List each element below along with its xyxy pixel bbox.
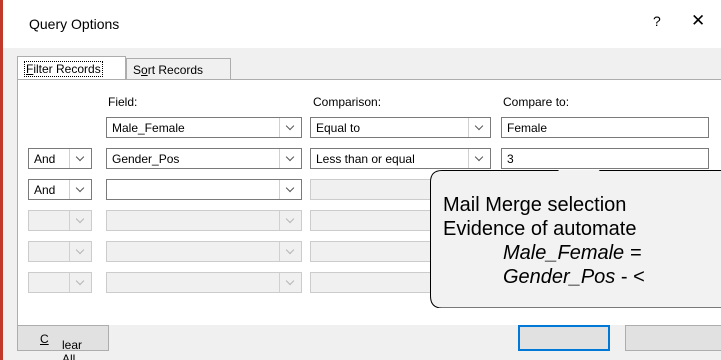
help-button[interactable]: ? [653, 13, 661, 29]
comparison-value-2: Less than or equal [316, 152, 415, 166]
chevron-down-icon [69, 242, 91, 261]
conjunction-select-5 [28, 241, 92, 262]
field-select-5 [106, 241, 302, 262]
field-select-2[interactable]: Gender_Pos [106, 148, 302, 169]
compare-to-input-2[interactable]: 3 [501, 148, 709, 169]
conjunction-select-6 [28, 272, 92, 293]
callout-line-3: Male_Female = [503, 242, 642, 264]
field-value-2: Gender_Pos [112, 152, 180, 166]
comparison-select-1[interactable]: Equal to [310, 117, 491, 138]
compare-to-value-1: Female [507, 121, 548, 135]
clear-all-button[interactable]: Clear All [17, 325, 109, 360]
chevron-down-icon[interactable] [279, 149, 301, 168]
conjunction-select-3[interactable]: And [28, 179, 92, 200]
chevron-down-icon[interactable] [69, 149, 91, 168]
chevron-down-icon [279, 211, 301, 230]
field-select-3[interactable] [106, 179, 302, 200]
dialog-title: Query Options [29, 16, 120, 32]
ok-button[interactable] [518, 325, 610, 351]
compare-to-value-2: 3 [507, 152, 514, 166]
compare-to-input-1[interactable]: Female [501, 117, 709, 138]
chevron-down-icon[interactable] [468, 149, 490, 168]
tab-sort-records[interactable]: Sort Records [126, 58, 231, 79]
callout-line-4: Gender_Pos - < [503, 266, 645, 288]
conjunction-select-4 [28, 210, 92, 231]
field-header: Field: [108, 95, 138, 109]
callout-text: Mail Merge selection Evidence of automat… [443, 193, 645, 289]
field-select-1[interactable]: Male_Female [106, 117, 302, 138]
conjunction-value-3: And [34, 183, 56, 197]
field-select-4 [106, 210, 302, 231]
window-edge [0, 0, 3, 360]
chevron-down-icon [69, 211, 91, 230]
field-select-6 [106, 272, 302, 293]
conjunction-select-2[interactable]: And [28, 148, 92, 169]
chevron-down-icon[interactable] [279, 118, 301, 137]
chevron-down-icon[interactable] [468, 118, 490, 137]
field-value-1: Male_Female [112, 121, 185, 135]
comparison-header: Comparison: [313, 95, 382, 109]
chevron-down-icon [279, 273, 301, 292]
chevron-down-icon [69, 273, 91, 292]
tab-filter-records-label: Filter Records [24, 61, 103, 77]
conjunction-value-2: And [34, 152, 56, 166]
callout-line-1: Mail Merge selection [443, 194, 627, 216]
tab-filter-records[interactable]: Filter Records [17, 56, 126, 80]
query-options-dialog: Query Options ? ✕ Filter Records Sort Re… [0, 0, 721, 360]
comparison-value-1: Equal to [316, 121, 361, 135]
comparison-select-2[interactable]: Less than or equal [310, 148, 491, 169]
chevron-down-icon[interactable] [69, 180, 91, 199]
callout-line-2: Evidence of automate [443, 218, 637, 240]
clear-all-label: Clear All [40, 332, 83, 360]
chevron-down-icon[interactable] [279, 180, 301, 199]
compare-to-header: Compare to: [503, 95, 570, 109]
cancel-button[interactable] [625, 325, 721, 351]
chevron-down-icon [279, 242, 301, 261]
close-button[interactable]: ✕ [691, 11, 705, 31]
tab-sort-records-label: Sort Records [133, 63, 204, 77]
title-bar: Query Options ? ✕ [3, 0, 721, 48]
